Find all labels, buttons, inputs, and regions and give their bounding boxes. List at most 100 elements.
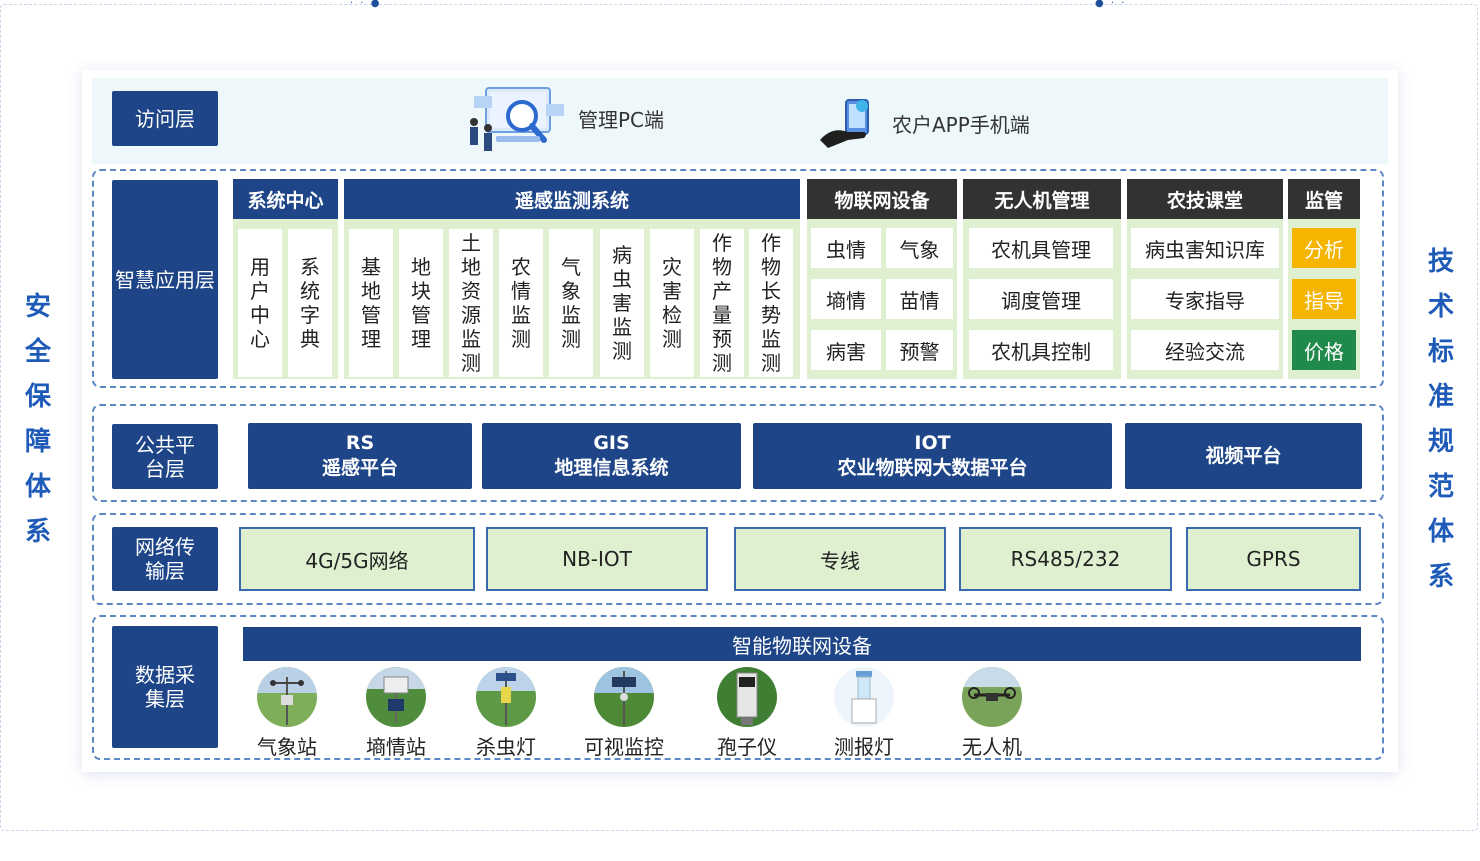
drone-item-machinery-control[interactable]: 农机具控制 xyxy=(969,330,1113,370)
app-item-crop-condition-monitoring[interactable]: 农情监测 xyxy=(499,229,543,377)
group-remote-sensing-header[interactable]: 遥感监测系统 xyxy=(344,179,800,219)
side-title-char: 准 xyxy=(1427,382,1454,412)
group-iot-devices-header[interactable]: 物联网设备 xyxy=(807,179,957,219)
side-title-char: 规 xyxy=(1427,427,1454,457)
app-item-pest-monitoring[interactable]: 病虫害监测 xyxy=(600,229,644,377)
side-title-char: 障 xyxy=(24,427,51,457)
side-title-security: 安全保障体系 xyxy=(18,285,58,555)
side-title-standards: 技术标准规范体系 xyxy=(1421,240,1461,600)
device-weather-station[interactable]: 气象站 xyxy=(227,667,347,760)
corner-dots-right: ● · · xyxy=(1095,0,1127,9)
network-dedicated-line[interactable]: 专线 xyxy=(734,527,946,591)
platform-layer-label-text: 公共平台层 xyxy=(135,432,195,481)
drone-icon xyxy=(962,667,1022,727)
pc-illustration-icon xyxy=(470,87,564,151)
forecast-lamp-icon xyxy=(834,667,894,727)
device-forecast-lamp[interactable]: 测报灯 xyxy=(804,667,924,760)
supervision-tag-price[interactable]: 价格 xyxy=(1292,330,1356,370)
app-layer-label-text: 智慧应用层 xyxy=(115,267,215,292)
device-drone-label: 无人机 xyxy=(962,735,1022,759)
supervision-tag-guidance[interactable]: 指导 xyxy=(1292,279,1356,319)
app-endpoint[interactable]: 农户APP手机端 xyxy=(818,96,1030,150)
iot-item-soil-moisture[interactable]: 墒情 xyxy=(811,279,881,319)
network-layer-label-text: 网络传输层 xyxy=(135,535,195,583)
app-item-yield-forecast[interactable]: 作物产量预测 xyxy=(700,229,744,377)
network-4g5g[interactable]: 4G/5G网络 xyxy=(239,527,475,591)
platform-iot-code: IOT xyxy=(914,432,951,454)
app-item-base-management[interactable]: 基地管理 xyxy=(349,229,393,377)
platform-rs-name: 遥感平台 xyxy=(321,457,398,479)
platform-gis[interactable]: GIS 地理信息系统 xyxy=(482,423,741,489)
side-title-char: 标 xyxy=(1427,337,1454,367)
app-item-growth-monitoring[interactable]: 作物长势监测 xyxy=(749,229,793,377)
platform-gis-code: GIS xyxy=(593,432,630,454)
platform-video[interactable]: 视频平台 xyxy=(1125,423,1362,489)
drone-item-machinery-management[interactable]: 农机具管理 xyxy=(969,228,1113,268)
device-spore-trap[interactable]: 孢子仪 xyxy=(687,667,807,760)
app-item-system-dictionary[interactable]: 系统字典 xyxy=(288,229,332,377)
app-item-land-resource-monitoring[interactable]: 土地资源监测 xyxy=(449,229,493,377)
device-drone[interactable]: 无人机 xyxy=(932,667,1052,760)
group-agri-class-header[interactable]: 农技课堂 xyxy=(1127,179,1283,219)
group-supervision-header[interactable]: 监管 xyxy=(1288,179,1360,219)
data-layer-label-text: 数据采集层 xyxy=(135,663,195,711)
device-forecast-lamp-label: 测报灯 xyxy=(834,735,894,759)
app-item-weather-monitoring[interactable]: 气象监测 xyxy=(549,229,593,377)
corner-dots-left: · · ● xyxy=(350,0,382,9)
app-item-plot-management[interactable]: 地块管理 xyxy=(399,229,443,377)
access-layer-background xyxy=(92,78,1388,164)
side-title-char: 技 xyxy=(1427,247,1454,277)
side-title-char: 体 xyxy=(24,472,51,502)
device-soil-moisture-station-label: 墒情站 xyxy=(366,735,426,759)
iot-item-seedling[interactable]: 苗情 xyxy=(886,279,953,319)
access-layer-label: 访问层 xyxy=(112,91,218,146)
side-title-char: 范 xyxy=(1427,472,1454,502)
iot-item-insect[interactable]: 虫情 xyxy=(811,228,881,268)
pc-endpoint-label: 管理PC端 xyxy=(578,107,665,132)
side-title-char: 全 xyxy=(24,337,51,367)
network-gprs[interactable]: GPRS xyxy=(1186,527,1361,591)
device-visual-monitoring-label: 可视监控 xyxy=(584,735,664,759)
side-title-char: 保 xyxy=(24,382,51,412)
insect-killer-lamp-icon xyxy=(476,667,536,727)
class-item-expert-guidance[interactable]: 专家指导 xyxy=(1131,279,1279,319)
drone-item-dispatch-management[interactable]: 调度管理 xyxy=(969,279,1113,319)
side-title-char: 术 xyxy=(1427,292,1454,322)
device-soil-moisture-station[interactable]: 墒情站 xyxy=(336,667,456,760)
device-insect-killer-lamp[interactable]: 杀虫灯 xyxy=(446,667,566,760)
app-item-disaster-detection[interactable]: 灾害检测 xyxy=(650,229,694,377)
network-nb-iot[interactable]: NB-IOT xyxy=(486,527,708,591)
app-layer-label: 智慧应用层 xyxy=(112,180,218,379)
group-drone-management-header[interactable]: 无人机管理 xyxy=(963,179,1121,219)
side-title-char: 系 xyxy=(24,517,51,547)
app-item-user-center[interactable]: 用户中心 xyxy=(238,229,282,377)
device-visual-monitoring[interactable]: 可视监控 xyxy=(564,667,684,760)
network-rs485[interactable]: RS485/232 xyxy=(959,527,1172,591)
side-title-char: 体 xyxy=(1427,517,1454,547)
platform-layer-label: 公共平台层 xyxy=(112,424,218,489)
visual-monitoring-icon xyxy=(594,667,654,727)
supervision-tag-analysis[interactable]: 分析 xyxy=(1292,228,1356,268)
side-title-char: 系 xyxy=(1427,562,1454,592)
hand-phone-icon xyxy=(820,99,869,148)
group-system-center-header[interactable]: 系统中心 xyxy=(233,179,338,219)
platform-rs[interactable]: RS 遥感平台 xyxy=(248,423,472,489)
device-insect-killer-lamp-label: 杀虫灯 xyxy=(476,735,536,759)
device-weather-station-label: 气象站 xyxy=(257,735,317,759)
platform-gis-name: 地理信息系统 xyxy=(554,457,669,479)
side-title-standards-text: 技术标准规范体系 xyxy=(1421,240,1461,600)
platform-rs-code: RS xyxy=(345,432,375,454)
spore-trap-icon xyxy=(717,667,777,727)
platform-iot-name: 农业物联网大数据平台 xyxy=(837,457,1028,479)
pc-endpoint[interactable]: 管理PC端 xyxy=(466,82,664,154)
class-item-experience-exchange[interactable]: 经验交流 xyxy=(1131,330,1279,370)
soil-moisture-station-icon xyxy=(366,667,426,727)
iot-item-warning[interactable]: 预警 xyxy=(886,330,953,370)
network-layer-label: 网络传输层 xyxy=(112,527,218,591)
data-layer-label: 数据采集层 xyxy=(112,626,218,748)
platform-iot[interactable]: IOT 农业物联网大数据平台 xyxy=(753,423,1112,489)
class-item-pest-knowledge[interactable]: 病虫害知识库 xyxy=(1131,228,1279,268)
iot-item-disease[interactable]: 病害 xyxy=(811,330,881,370)
iot-item-weather[interactable]: 气象 xyxy=(886,228,953,268)
app-endpoint-label: 农户APP手机端 xyxy=(892,112,1030,137)
